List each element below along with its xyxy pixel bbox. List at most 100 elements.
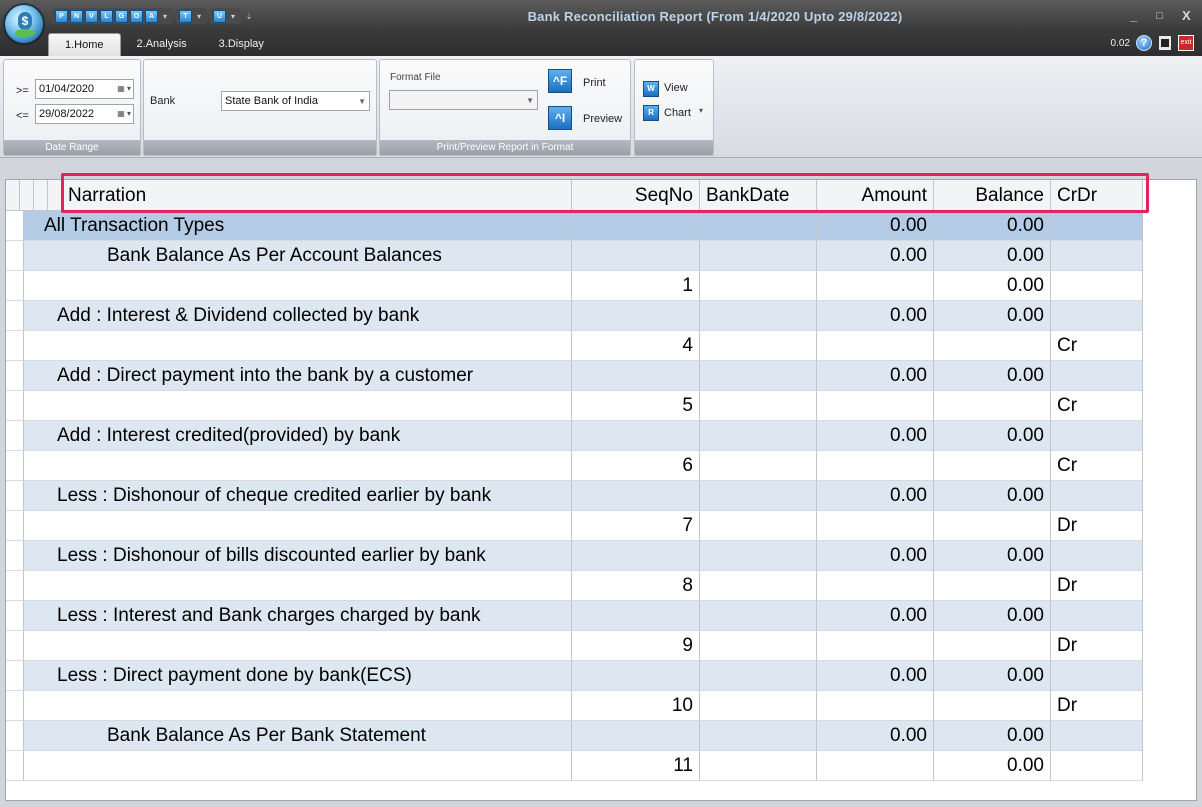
from-date-picker[interactable]: 01/04/2020 ▦ ▾ — [35, 79, 134, 99]
cell-narration[interactable]: Add : Interest & Dividend collected by b… — [24, 301, 572, 331]
qat-button[interactable]: A — [145, 9, 158, 23]
cell-narration[interactable] — [24, 271, 572, 301]
table-row[interactable]: 9 Dr — [6, 631, 1143, 661]
cell-balance[interactable] — [934, 571, 1051, 601]
cell-date[interactable] — [700, 211, 817, 241]
calendar-icon[interactable]: ▦ ▾ — [110, 107, 131, 121]
cell-seq[interactable]: 5 — [572, 391, 700, 421]
cell-crdr[interactable] — [1051, 751, 1143, 781]
print-button[interactable]: Print — [583, 77, 606, 89]
cell-crdr[interactable]: Cr — [1051, 391, 1143, 421]
cell-balance[interactable] — [934, 631, 1051, 661]
calendar-icon[interactable]: ▦ ▾ — [110, 82, 131, 96]
cell-narration[interactable]: Less : Interest and Bank charges charged… — [24, 601, 572, 631]
cell-seq[interactable]: 7 — [572, 511, 700, 541]
qat-button[interactable]: L — [100, 9, 113, 23]
cell-seq[interactable] — [572, 361, 700, 391]
cell-seq[interactable]: 1 — [572, 271, 700, 301]
app-menu-button[interactable]: $ — [4, 4, 44, 44]
qat-button[interactable]: U — [213, 9, 226, 23]
row-indicator[interactable] — [6, 211, 24, 241]
view-button[interactable]: View — [664, 82, 688, 94]
cell-seq[interactable] — [572, 661, 700, 691]
cell-date[interactable] — [700, 691, 817, 721]
cell-amount[interactable] — [817, 271, 934, 301]
row-indicator[interactable] — [6, 361, 24, 391]
cell-balance[interactable]: 0.00 — [934, 721, 1051, 751]
row-indicator[interactable] — [6, 691, 24, 721]
tab-display[interactable]: 3.Display — [203, 33, 280, 56]
row-indicator[interactable] — [6, 541, 24, 571]
qat-button[interactable]: G — [115, 9, 128, 23]
cell-crdr[interactable]: Dr — [1051, 511, 1143, 541]
cell-crdr[interactable]: Dr — [1051, 691, 1143, 721]
table-row[interactable]: Add : Interest credited(provided) by ban… — [6, 421, 1143, 451]
cell-balance[interactable]: 0.00 — [934, 211, 1051, 241]
tab-analysis[interactable]: 2.Analysis — [121, 33, 203, 56]
exit-icon[interactable]: exit — [1178, 35, 1194, 51]
cell-seq[interactable] — [572, 721, 700, 751]
cell-seq[interactable] — [572, 481, 700, 511]
format-file-select[interactable]: ▼ — [389, 90, 538, 110]
cell-date[interactable] — [700, 451, 817, 481]
cell-narration[interactable] — [24, 751, 572, 781]
cell-balance[interactable] — [934, 331, 1051, 361]
cell-narration[interactable]: Bank Balance As Per Bank Statement — [24, 721, 572, 751]
cell-balance[interactable]: 0.00 — [934, 601, 1051, 631]
row-indicator[interactable] — [6, 271, 24, 301]
cell-amount[interactable] — [817, 571, 934, 601]
help-icon[interactable]: ? — [1136, 35, 1152, 51]
cell-date[interactable] — [700, 571, 817, 601]
cell-date[interactable] — [700, 331, 817, 361]
qat-button[interactable]: P — [55, 9, 68, 23]
bank-select[interactable]: State Bank of India ▼ — [221, 91, 370, 111]
cell-amount[interactable]: 0.00 — [817, 601, 934, 631]
cell-crdr[interactable] — [1051, 301, 1143, 331]
cell-amount[interactable] — [817, 751, 934, 781]
cell-seq[interactable] — [572, 301, 700, 331]
print-icon[interactable]: ^F — [548, 69, 572, 93]
cell-crdr[interactable] — [1051, 361, 1143, 391]
cell-crdr[interactable]: Dr — [1051, 571, 1143, 601]
table-row[interactable]: Less : Dishonour of bills discounted ear… — [6, 541, 1143, 571]
chevron-down-icon[interactable]: ▾ — [228, 12, 238, 21]
cell-date[interactable] — [700, 601, 817, 631]
row-indicator[interactable] — [6, 391, 24, 421]
cell-balance[interactable]: 0.00 — [934, 541, 1051, 571]
minimize-button[interactable]: _ — [1130, 8, 1137, 23]
row-indicator[interactable] — [6, 511, 24, 541]
qat-button[interactable]: V — [85, 9, 98, 23]
row-indicator[interactable] — [6, 571, 24, 601]
table-row[interactable]: Less : Dishonour of cheque credited earl… — [6, 481, 1143, 511]
cell-seq[interactable] — [572, 211, 700, 241]
cell-narration[interactable] — [24, 511, 572, 541]
qat-button[interactable]: N — [70, 9, 83, 23]
document-icon[interactable] — [1158, 35, 1172, 51]
cell-crdr[interactable] — [1051, 601, 1143, 631]
cell-narration[interactable] — [24, 451, 572, 481]
table-row[interactable]: Bank Balance As Per Bank Statement 0.00 0.… — [6, 721, 1143, 751]
chevron-down-icon[interactable]: ▾ — [160, 12, 170, 21]
cell-balance[interactable] — [934, 511, 1051, 541]
cell-seq[interactable]: 4 — [572, 331, 700, 361]
cell-seq[interactable]: 11 — [572, 751, 700, 781]
cell-seq[interactable] — [572, 421, 700, 451]
cell-amount[interactable] — [817, 331, 934, 361]
cell-narration[interactable] — [24, 631, 572, 661]
cell-balance[interactable]: 0.00 — [934, 271, 1051, 301]
to-date-picker[interactable]: 29/08/2022 ▦ ▾ — [35, 104, 134, 124]
cell-amount[interactable]: 0.00 — [817, 721, 934, 751]
preview-icon[interactable]: ^I — [548, 106, 572, 130]
table-row[interactable]: 4 Cr — [6, 331, 1143, 361]
cell-crdr[interactable]: Cr — [1051, 331, 1143, 361]
table-row[interactable]: Less : Interest and Bank charges charged… — [6, 601, 1143, 631]
table-row[interactable]: Add : Direct payment into the bank by a … — [6, 361, 1143, 391]
cell-date[interactable] — [700, 301, 817, 331]
cell-seq[interactable]: 9 — [572, 631, 700, 661]
cell-balance[interactable]: 0.00 — [934, 241, 1051, 271]
table-row[interactable]: 7 Dr — [6, 511, 1143, 541]
tab-home[interactable]: 1.Home — [48, 33, 121, 56]
cell-balance[interactable]: 0.00 — [934, 421, 1051, 451]
cell-amount[interactable] — [817, 631, 934, 661]
cell-crdr[interactable] — [1051, 421, 1143, 451]
